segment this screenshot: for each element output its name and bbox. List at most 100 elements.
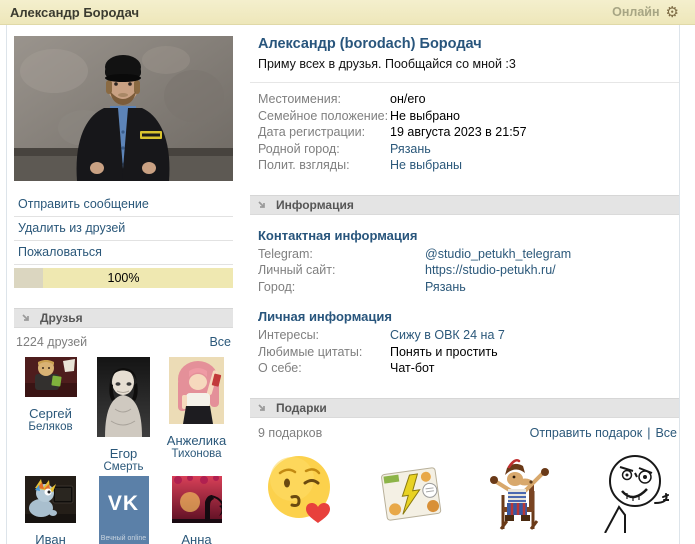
profile-name: Александр (borodach) Бородач	[250, 36, 679, 55]
field-row: Дата регистрации: 19 августа 2023 в 21:5…	[258, 125, 679, 141]
friend-first-name[interactable]: Анжелика	[167, 433, 226, 448]
left-column: Отправить сообщение Удалить из друзей По…	[14, 36, 233, 544]
friend-first-name[interactable]: Иван	[35, 532, 66, 544]
vk-logo: VK	[99, 492, 149, 516]
profile-actions: Отправить сообщение Удалить из друзей По…	[14, 193, 233, 265]
friend-photo-anna[interactable]	[172, 476, 222, 528]
rating-value: 100%	[14, 268, 233, 288]
field-label: Полит. взгляды:	[258, 158, 390, 174]
friends-count: 1224 друзей	[16, 335, 87, 349]
profile-page: Александр Бородач Онлайн ⚙	[0, 0, 695, 544]
right-column: Александр (borodach) Бородач Приму всех …	[250, 36, 679, 533]
page-left-border	[6, 25, 7, 544]
friend-card: Егор Смерть	[87, 357, 160, 476]
info-section-header[interactable]: Информация	[250, 195, 679, 215]
friend-photo-vk-logo[interactable]: VK Вечный online	[99, 476, 149, 544]
friends-section-title: Друзья	[40, 311, 83, 325]
field-row: Интересы: Сижу в ОВК 24 на 7	[258, 328, 679, 344]
gifts-links-separator: |	[647, 426, 650, 440]
friend-card: VK Вечный online	[87, 476, 160, 544]
gift-y-u-no-meme[interactable]	[591, 451, 669, 533]
city-link[interactable]: Рязань	[425, 280, 466, 296]
info-section-title: Информация	[276, 198, 354, 212]
field-label: Интересы:	[258, 328, 390, 344]
page-right-border	[679, 25, 680, 544]
contact-fields: Telegram: @studio_petukh_telegram Личный…	[250, 247, 679, 296]
friend-first-name[interactable]: Сергей	[29, 406, 72, 421]
gear-icon[interactable]: ⚙	[666, 5, 679, 20]
field-label: О себе:	[258, 361, 390, 377]
friends-grid: Сергей Беляков	[14, 357, 233, 544]
friend-last-name[interactable]: Беляков	[28, 421, 72, 434]
field-label: Родной город:	[258, 142, 390, 158]
field-value: он/его	[390, 92, 426, 108]
personal-fields: Интересы: Сижу в ОВК 24 на 7 Любимые цит…	[250, 328, 679, 377]
profile-photo[interactable]	[14, 36, 233, 181]
collapse-arrow-icon	[257, 200, 267, 210]
hometown-link[interactable]: Рязань	[390, 142, 431, 158]
field-value: Не выбрано	[390, 109, 460, 125]
gift-snack-box[interactable]	[372, 451, 450, 533]
friend-last-name[interactable]: Смерть	[103, 461, 143, 474]
field-label: Любимые цитаты:	[258, 345, 390, 361]
page-title: Александр Бородач	[10, 5, 139, 20]
field-row: Личный сайт: https://studio-petukh.ru/	[258, 263, 679, 279]
gifts-section-header[interactable]: Подарки	[250, 398, 679, 418]
send-message-link[interactable]: Отправить сообщение	[14, 193, 233, 217]
collapse-arrow-icon	[257, 403, 267, 413]
website-link[interactable]: https://studio-petukh.ru/	[425, 263, 556, 279]
field-label: Дата регистрации:	[258, 125, 390, 141]
friend-photo-sergey[interactable]	[25, 357, 77, 402]
personal-info-title: Личная информация	[250, 296, 679, 328]
friend-card: Сергей Беляков	[14, 357, 87, 476]
telegram-link[interactable]: @studio_petukh_telegram	[425, 247, 571, 263]
interests-link[interactable]: Сижу в ОВК 24 на 7	[390, 328, 505, 344]
rating-bar: 100%	[14, 268, 233, 288]
send-gift-link[interactable]: Отправить подарок	[530, 426, 643, 440]
profile-status[interactable]: Приму всех в друзья. Пообщайся со мной :…	[250, 55, 679, 83]
gifts-all-link[interactable]: Все	[655, 426, 677, 440]
friends-meta: 1224 друзей Все	[14, 328, 233, 355]
friend-photo-egor[interactable]	[97, 357, 150, 442]
field-label: Telegram:	[258, 247, 425, 263]
gifts-row	[250, 440, 679, 533]
gifts-section-title: Подарки	[276, 401, 327, 415]
field-row: Город: Рязань	[258, 280, 679, 296]
field-value: 19 августа 2023 в 21:57	[390, 125, 527, 141]
field-label: Город:	[258, 280, 425, 296]
online-status: Онлайн	[612, 5, 659, 19]
friends-section-header[interactable]: Друзья	[14, 308, 233, 328]
field-label: Семейное положение:	[258, 109, 390, 125]
field-row: Родной город: Рязань	[258, 142, 679, 158]
collapse-arrow-icon	[21, 313, 31, 323]
friends-all-link[interactable]: Все	[209, 335, 231, 349]
political-views-link[interactable]: Не выбраны	[390, 158, 462, 174]
remove-friend-link[interactable]: Удалить из друзей	[14, 217, 233, 241]
friend-last-name[interactable]: Тихонова	[171, 448, 221, 461]
friend-photo-ivan[interactable]	[25, 476, 76, 528]
field-row: Telegram: @studio_petukh_telegram	[258, 247, 679, 263]
field-value: Понять и простить	[390, 345, 498, 361]
report-link[interactable]: Пожаловаться	[14, 241, 233, 265]
field-label: Местоимения:	[258, 92, 390, 108]
friend-card: Иван	[14, 476, 87, 544]
field-row: О себе: Чат-бот	[258, 361, 679, 377]
friend-photo-anzhelika[interactable]	[169, 357, 224, 429]
profile-fields: Местоимения: он/его Семейное положение: …	[250, 83, 679, 174]
field-label: Личный сайт:	[258, 263, 425, 279]
field-row: Полит. взгляды: Не выбраны	[258, 158, 679, 174]
friend-first-name[interactable]: Егор	[110, 446, 138, 461]
vk-caption: Вечный online	[99, 535, 149, 542]
gifts-meta: 9 подарков Отправить подарок | Все	[250, 418, 679, 440]
contact-info-title: Контактная информация	[250, 215, 679, 247]
field-value: Чат-бот	[390, 361, 434, 377]
topbar: Александр Бородач Онлайн ⚙	[0, 0, 695, 25]
friend-card: Анна	[160, 476, 233, 544]
field-row: Семейное положение: Не выбрано	[258, 109, 679, 125]
gift-kiss-heart-emoji[interactable]	[262, 451, 340, 533]
field-row: Любимые цитаты: Понять и простить	[258, 345, 679, 361]
friend-first-name[interactable]: Анна	[181, 532, 211, 544]
friend-card: Анжелика Тихонова	[160, 357, 233, 476]
field-row: Местоимения: он/его	[258, 92, 679, 108]
gift-cartoon-pirate[interactable]	[481, 451, 559, 533]
